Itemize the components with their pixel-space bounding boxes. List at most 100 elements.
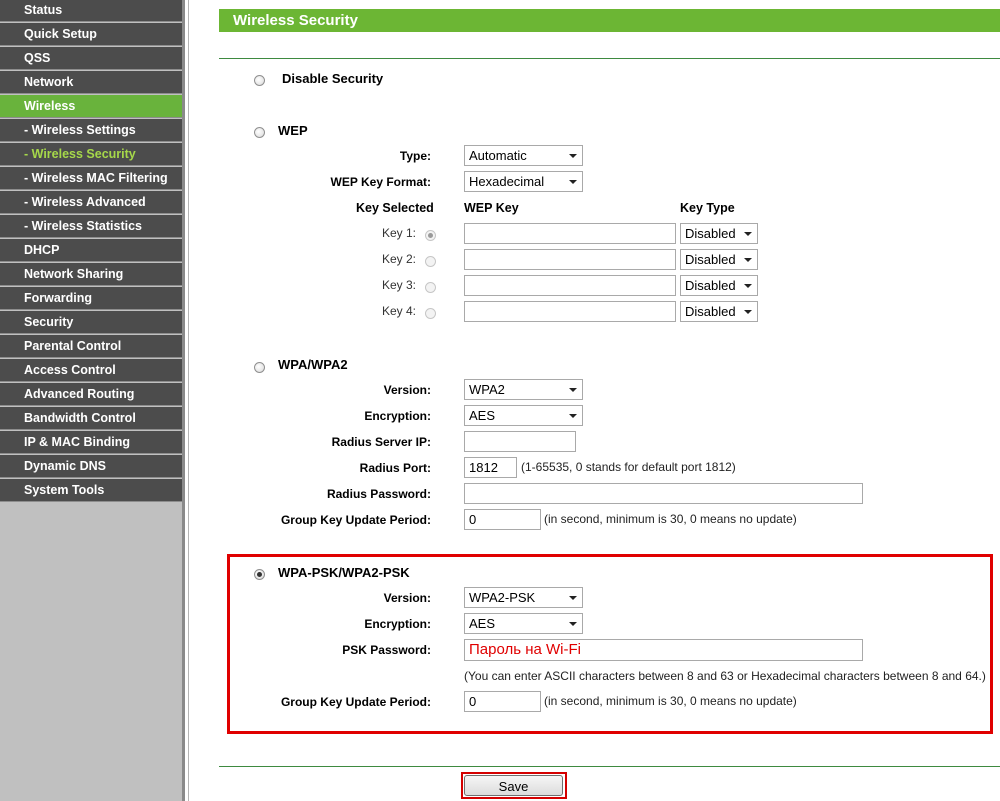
psk-gkup-note: (in second, minimum is 30, 0 means no up… xyxy=(544,694,797,708)
radius-port-input[interactable]: 1812 xyxy=(464,457,517,478)
sidebar-item-dynamic-dns[interactable]: Dynamic DNS xyxy=(0,455,182,478)
sidebar-item-advanced-routing[interactable]: Advanced Routing xyxy=(0,383,182,406)
wpa-radio[interactable] xyxy=(254,362,265,373)
wep-key1-type-value: Disabled xyxy=(685,226,736,241)
wep-type-label: Type: xyxy=(399,149,431,163)
sidebar-item-network[interactable]: Network xyxy=(0,71,182,94)
radius-ip-label: Radius Server IP: xyxy=(331,435,431,449)
wep-col-wep-key: WEP Key xyxy=(464,201,519,215)
wep-key4-type-value: Disabled xyxy=(685,304,736,319)
wep-key4-radio[interactable] xyxy=(425,308,436,319)
wep-key2-input[interactable] xyxy=(464,249,676,270)
psk-encryption-value: AES xyxy=(469,616,496,631)
wep-key2-type-select[interactable]: Disabled xyxy=(680,249,758,270)
sidebar-item-wireless-settings[interactable]: - Wireless Settings xyxy=(0,119,182,142)
wep-key2-radio[interactable] xyxy=(425,256,436,267)
radius-port-note: (1-65535, 0 stands for default port 1812… xyxy=(521,460,736,474)
chevron-down-icon xyxy=(569,622,577,626)
wpa-gkup-note: (in second, minimum is 30, 0 means no up… xyxy=(544,512,797,526)
psk-radio[interactable] xyxy=(254,569,265,580)
psk-password-note: (You can enter ASCII characters between … xyxy=(464,669,986,683)
wep-radio[interactable] xyxy=(254,127,265,138)
radius-password-input[interactable] xyxy=(464,483,863,504)
wep-label: WEP xyxy=(278,123,308,138)
psk-gkup-input[interactable]: 0 xyxy=(464,691,541,712)
page-title: Wireless Security xyxy=(219,9,1000,32)
psk-encryption-select[interactable]: AES xyxy=(464,613,583,634)
psk-password-input[interactable]: Пароль на Wi-Fi xyxy=(464,639,863,661)
wpa-label: WPA/WPA2 xyxy=(278,357,348,372)
radius-ip-input[interactable] xyxy=(464,431,576,452)
sidebar-item-parental-control[interactable]: Parental Control xyxy=(0,335,182,358)
chevron-down-icon xyxy=(744,232,752,236)
wep-key3-type-value: Disabled xyxy=(685,278,736,293)
sidebar-item-wireless[interactable]: Wireless xyxy=(0,95,182,118)
wpa-version-label: Version: xyxy=(383,383,431,397)
top-separator xyxy=(219,58,1000,59)
chevron-down-icon xyxy=(569,154,577,158)
chevron-down-icon xyxy=(744,310,752,314)
wep-key1-radio[interactable] xyxy=(425,230,436,241)
sidebar-item-wireless-security[interactable]: - Wireless Security xyxy=(0,143,182,166)
bottom-separator xyxy=(219,766,1000,767)
wpa-encryption-select[interactable]: AES xyxy=(464,405,583,426)
chevron-down-icon xyxy=(569,180,577,184)
disable-security-radio[interactable] xyxy=(254,75,265,86)
wep-key1-label: Key 1: xyxy=(381,226,416,240)
wep-key4-type-select[interactable]: Disabled xyxy=(680,301,758,322)
wpa-version-value: WPA2 xyxy=(469,382,505,397)
save-button[interactable]: Save xyxy=(464,775,563,796)
sidebar-item-qss[interactable]: QSS xyxy=(0,47,182,70)
sidebar-divider-line xyxy=(188,0,189,801)
chevron-down-icon xyxy=(744,258,752,262)
wep-format-select[interactable]: Hexadecimal xyxy=(464,171,583,192)
sidebar-item-security[interactable]: Security xyxy=(0,311,182,334)
wpa-gkup-label: Group Key Update Period: xyxy=(280,513,431,527)
radius-password-label: Radius Password: xyxy=(326,487,431,501)
sidebar-item-system-tools[interactable]: System Tools xyxy=(0,479,182,502)
wpa-gkup-input[interactable]: 0 xyxy=(464,509,541,530)
wep-type-select[interactable]: Automatic xyxy=(464,145,583,166)
sidebar-item-quick-setup[interactable]: Quick Setup xyxy=(0,23,182,46)
wpa-encryption-label: Encryption: xyxy=(364,409,431,423)
sidebar-item-dhcp[interactable]: DHCP xyxy=(0,239,182,262)
sidebar-item-access-control[interactable]: Access Control xyxy=(0,359,182,382)
chevron-down-icon xyxy=(569,414,577,418)
psk-label: WPA-PSK/WPA2-PSK xyxy=(278,565,410,580)
sidebar-item-wireless-advanced[interactable]: - Wireless Advanced xyxy=(0,191,182,214)
wep-key3-input[interactable] xyxy=(464,275,676,296)
wep-key4-label: Key 4: xyxy=(381,304,416,318)
psk-gkup-label: Group Key Update Period: xyxy=(280,695,431,709)
radius-port-label: Radius Port: xyxy=(359,461,431,475)
wep-key2-label: Key 2: xyxy=(381,252,416,266)
sidebar-nav: Status Quick Setup QSS Network Wireless … xyxy=(0,0,182,801)
wep-key2-type-value: Disabled xyxy=(685,252,736,267)
wep-key1-input[interactable] xyxy=(464,223,676,244)
chevron-down-icon xyxy=(569,388,577,392)
wep-format-label: WEP Key Format: xyxy=(330,175,431,189)
psk-encryption-label: Encryption: xyxy=(364,617,431,631)
wep-key3-radio[interactable] xyxy=(425,282,436,293)
wep-key4-input[interactable] xyxy=(464,301,676,322)
wep-col-key-type: Key Type xyxy=(680,201,735,215)
sidebar-item-bandwidth-control[interactable]: Bandwidth Control xyxy=(0,407,182,430)
psk-password-label: PSK Password: xyxy=(342,643,431,657)
wpa-encryption-value: AES xyxy=(469,408,496,423)
wpa-version-select[interactable]: WPA2 xyxy=(464,379,583,400)
psk-version-select[interactable]: WPA2-PSK xyxy=(464,587,583,608)
wep-format-value: Hexadecimal xyxy=(469,174,545,189)
wep-key3-type-select[interactable]: Disabled xyxy=(680,275,758,296)
psk-version-label: Version: xyxy=(383,591,431,605)
wep-key3-label: Key 3: xyxy=(381,278,416,292)
sidebar-item-network-sharing[interactable]: Network Sharing xyxy=(0,263,182,286)
psk-version-value: WPA2-PSK xyxy=(469,590,536,605)
sidebar-item-forwarding[interactable]: Forwarding xyxy=(0,287,182,310)
chevron-down-icon xyxy=(569,596,577,600)
sidebar-item-wireless-mac-filtering[interactable]: - Wireless MAC Filtering xyxy=(0,167,182,190)
sidebar-item-status[interactable]: Status xyxy=(0,0,182,22)
sidebar-item-wireless-statistics[interactable]: - Wireless Statistics xyxy=(0,215,182,238)
wep-type-value: Automatic xyxy=(469,148,527,163)
wep-key1-type-select[interactable]: Disabled xyxy=(680,223,758,244)
chevron-down-icon xyxy=(744,284,752,288)
sidebar-item-ip-mac-binding[interactable]: IP & MAC Binding xyxy=(0,431,182,454)
